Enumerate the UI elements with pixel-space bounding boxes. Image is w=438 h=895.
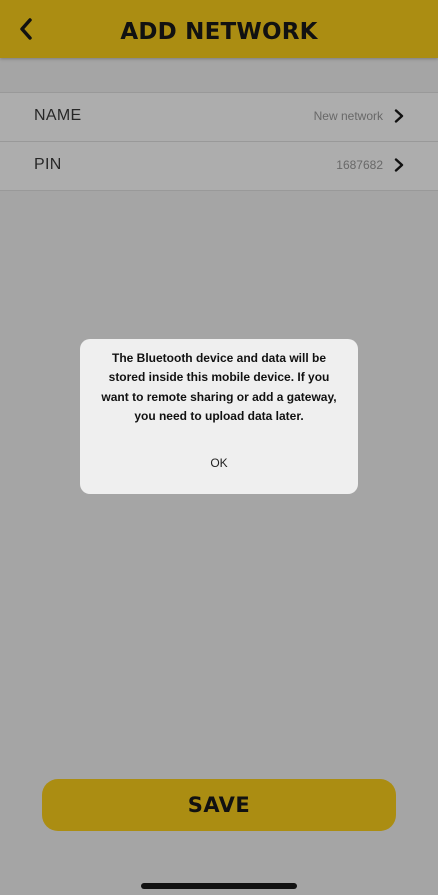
home-indicator	[141, 883, 297, 889]
ok-button[interactable]: OK	[80, 451, 358, 475]
alert-dialog: The Bluetooth device and data will be st…	[80, 339, 358, 494]
dialog-message: The Bluetooth device and data will be st…	[101, 351, 337, 423]
